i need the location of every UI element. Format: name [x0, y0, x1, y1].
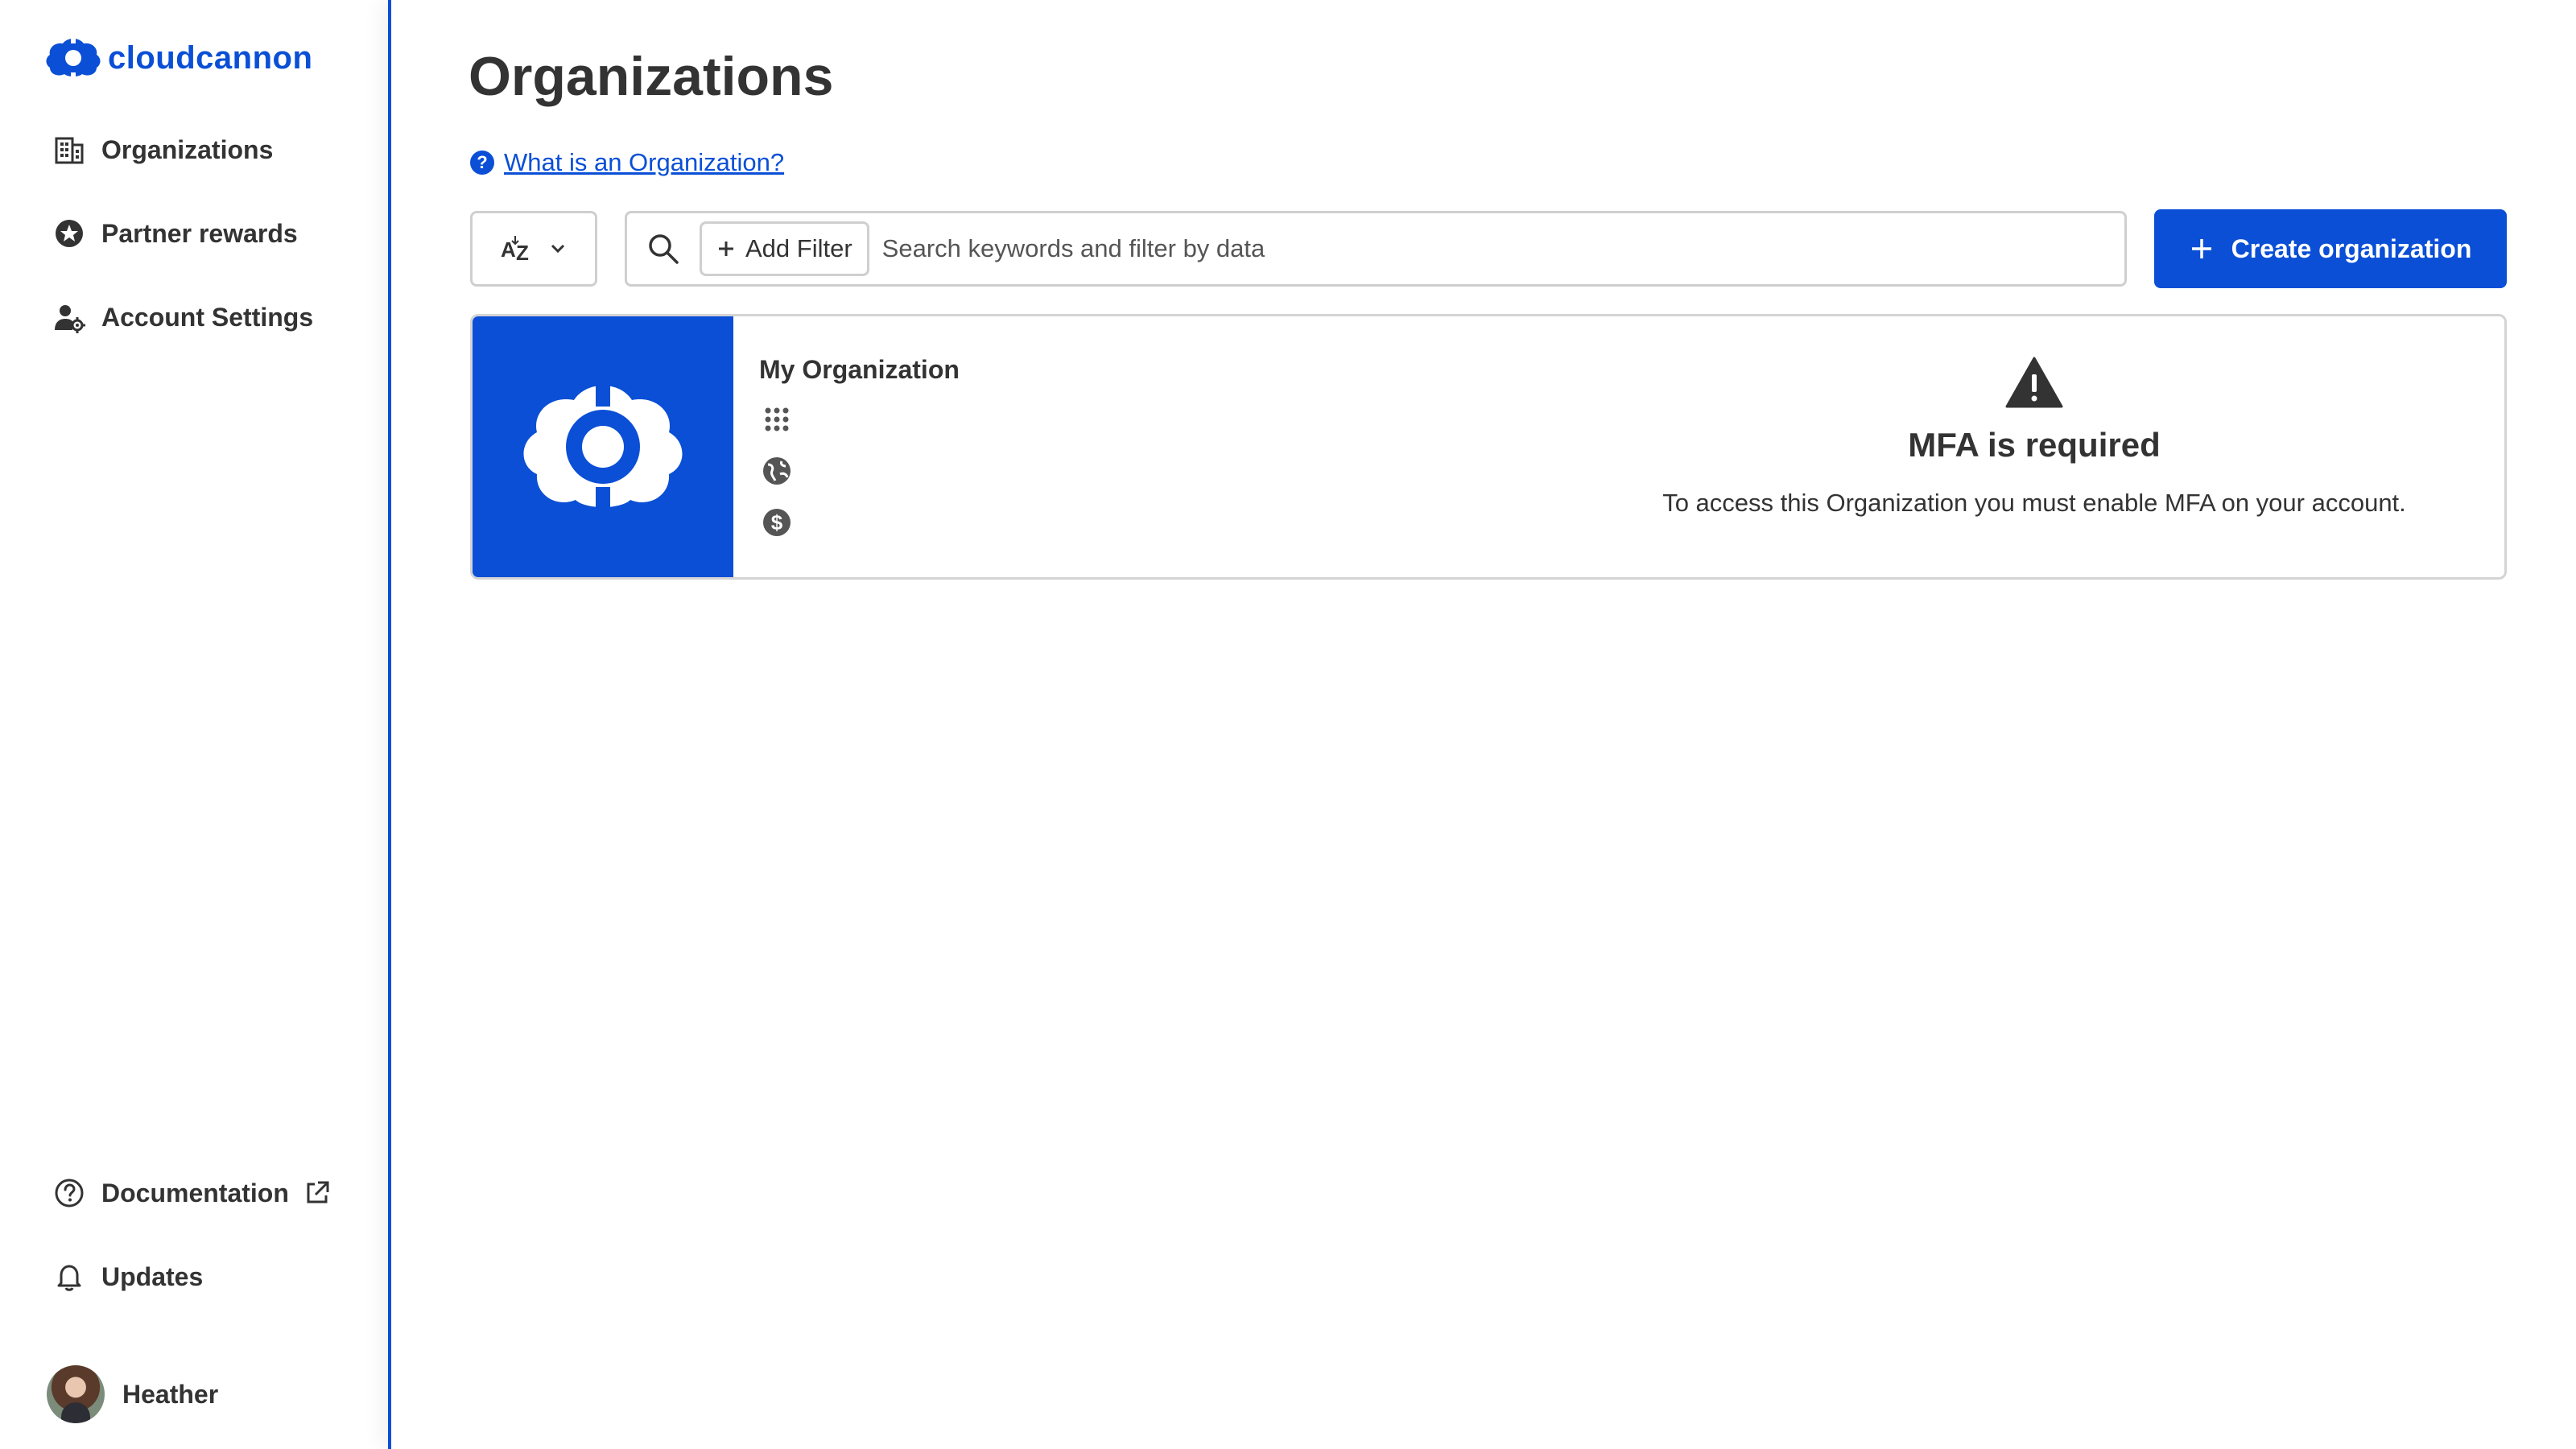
building-icon: [52, 132, 87, 167]
globe-icon: [759, 453, 795, 489]
avatar: [47, 1365, 105, 1423]
sidebar-item-label: Documentation: [101, 1178, 289, 1208]
bell-icon: [52, 1259, 87, 1294]
sidebar-item-organizations[interactable]: Organizations: [52, 127, 273, 172]
mfa-title: MFA is required: [1908, 426, 2161, 464]
sort-button[interactable]: A Z: [470, 211, 597, 287]
user-menu[interactable]: Heather: [47, 1364, 218, 1425]
create-organization-button[interactable]: Create organization: [2154, 209, 2507, 288]
svg-text:$: $: [771, 510, 783, 535]
cloudcannon-logo-icon: [523, 382, 683, 511]
add-filter-button[interactable]: Add Filter: [700, 221, 869, 276]
brand-name: cloudcannon: [108, 39, 313, 76]
plus-icon: [2190, 237, 2214, 261]
search-input[interactable]: [869, 217, 2124, 281]
sidebar-item-label: Partner rewards: [101, 218, 298, 248]
brand-logo[interactable]: cloudcannon: [45, 35, 312, 80]
dollar-icon: $: [759, 505, 795, 540]
warning-icon: [2005, 357, 2063, 408]
plus-icon: [716, 239, 736, 258]
add-filter-label: Add Filter: [745, 234, 852, 262]
help-circle-icon: ?: [470, 151, 494, 175]
sidebar-item-documentation[interactable]: Documentation: [52, 1170, 331, 1216]
sidebar: cloudcannon Organizations Partner reward…: [0, 0, 388, 1449]
sidebar-item-label: Updates: [101, 1261, 204, 1291]
sidebar-item-partner-rewards[interactable]: Partner rewards: [52, 211, 298, 256]
svg-text:A: A: [501, 237, 516, 262]
what-is-organization-link[interactable]: ? What is an Organization?: [470, 145, 784, 180]
search-icon: [627, 232, 700, 266]
question-circle-icon: [52, 1175, 87, 1211]
sidebar-item-updates[interactable]: Updates: [52, 1254, 203, 1299]
search-bar: Add Filter: [625, 211, 2127, 287]
user-name: Heather: [122, 1379, 219, 1409]
organization-thumbnail: [473, 316, 733, 577]
sidebar-item-account-settings[interactable]: Account Settings: [52, 295, 313, 340]
page-title: Organizations: [469, 46, 834, 107]
external-link-icon: [303, 1179, 331, 1207]
star-badge-icon: [52, 216, 87, 251]
sidebar-item-label: Account Settings: [101, 302, 314, 332]
sidebar-item-label: Organizations: [101, 134, 274, 164]
chevron-down-icon: [549, 240, 567, 258]
organization-name: My Organization: [759, 355, 960, 384]
help-link-label: What is an Organization?: [504, 148, 785, 176]
organization-card[interactable]: My Organization $ MFA is required To acc…: [470, 314, 2507, 580]
user-gear-icon: [52, 299, 87, 335]
mfa-description: To access this Organization you must ena…: [1662, 489, 2406, 517]
sort-az-icon: A Z: [501, 233, 533, 265]
apps-grid-icon: [759, 402, 795, 437]
cloudcannon-logo-icon: [46, 37, 101, 79]
svg-text:Z: Z: [516, 241, 529, 265]
create-organization-label: Create organization: [2231, 233, 2472, 263]
mfa-notice: MFA is required To access this Organizat…: [1600, 357, 2469, 518]
